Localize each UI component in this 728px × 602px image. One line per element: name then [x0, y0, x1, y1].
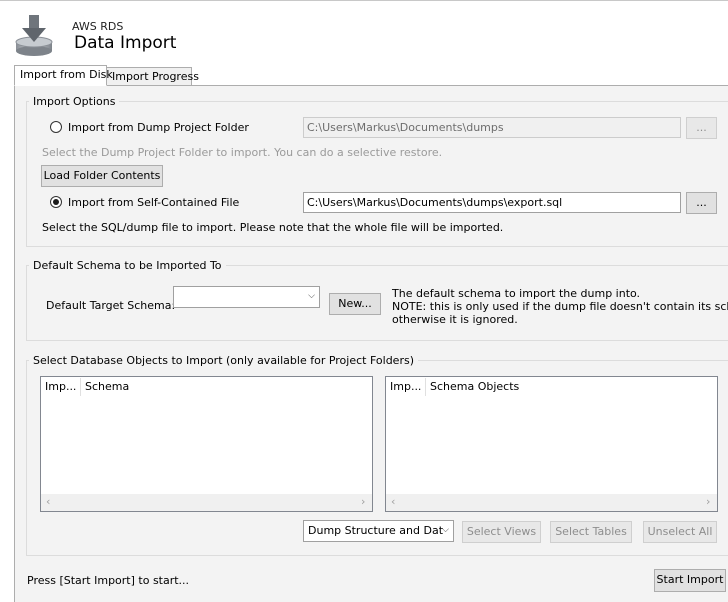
page-title: Data Import [74, 33, 177, 53]
dump-mode-select[interactable]: Dump Structure and Dat ⌵ [303, 520, 454, 542]
database-objects-title: Select Database Objects to Import (only … [29, 354, 418, 367]
unselect-all-button[interactable]: Unselect All [643, 521, 717, 543]
dump-folder-hint: Select the Dump Project Folder to import… [42, 146, 443, 159]
status-text: Press [Start Import] to start... [27, 574, 190, 587]
data-import-icon [14, 12, 56, 58]
scroll-left-icon[interactable]: ‹ [46, 495, 50, 508]
dump-folder-radio-label[interactable]: Import from Dump Project Folder [68, 121, 249, 134]
objects-list-schema-objects-column[interactable]: Schema Objects [430, 377, 519, 397]
select-views-button[interactable]: Select Views [462, 521, 541, 543]
default-schema-title: Default Schema to be Imported To [29, 259, 226, 272]
chevron-down-icon: ⌵ [308, 291, 315, 301]
window-top-border [0, 0, 728, 1]
default-schema-note-3: otherwise it is ignored. [392, 313, 518, 326]
scroll-right-icon[interactable]: › [706, 495, 710, 508]
select-tables-button[interactable]: Select Tables [550, 521, 632, 543]
start-import-button[interactable]: Start Import [654, 569, 726, 592]
column-separator[interactable] [425, 378, 426, 396]
default-schema-note-1: The default schema to import the dump in… [392, 287, 641, 300]
default-schema-note-2: NOTE: this is only used if the dump file… [392, 300, 728, 313]
dump-mode-value: Dump Structure and Dat [308, 524, 444, 537]
tab-import-progress[interactable]: Import Progress [106, 67, 199, 86]
scroll-left-icon[interactable]: ‹ [391, 495, 395, 508]
dump-folder-radio[interactable] [50, 121, 62, 133]
self-contained-file-path-input[interactable]: C:\Users\Markus\Documents\dumps\export.s… [303, 192, 681, 213]
dump-folder-path-input[interactable]: C:\Users\Markus\Documents\dumps [303, 117, 681, 138]
column-separator[interactable] [80, 378, 81, 396]
schema-list-horizontal-scrollbar[interactable] [41, 494, 372, 511]
chevron-down-icon: ⌵ [442, 525, 449, 535]
load-folder-contents-button[interactable]: Load Folder Contents [41, 165, 163, 187]
scroll-right-icon[interactable]: › [361, 495, 365, 508]
self-contained-file-hint: Select the SQL/dump file to import. Plea… [42, 221, 504, 234]
import-options-title: Import Options [29, 95, 120, 108]
dump-folder-browse-button[interactable]: ... [686, 117, 717, 139]
objects-list-import-column[interactable]: Imp... [390, 377, 421, 397]
self-contained-file-browse-button[interactable]: ... [686, 192, 717, 214]
schema-list-import-column[interactable]: Imp... [45, 377, 76, 397]
self-contained-file-radio[interactable] [50, 196, 62, 208]
tab-import-from-disk[interactable]: Import from Disk [14, 65, 113, 86]
connection-name: AWS RDS [72, 20, 124, 33]
schema-objects-list[interactable]: Imp... Schema Objects ‹ › [385, 376, 718, 512]
default-target-schema-label: Default Target Schema: [46, 299, 176, 312]
schema-list[interactable]: Imp... Schema ‹ › [40, 376, 373, 512]
objects-list-horizontal-scrollbar[interactable] [386, 494, 717, 511]
schema-list-schema-column[interactable]: Schema [85, 377, 129, 397]
new-schema-button[interactable]: New... [329, 293, 381, 315]
self-contained-file-radio-label[interactable]: Import from Self-Contained File [68, 196, 239, 209]
default-target-schema-select[interactable]: ⌵ [173, 286, 320, 308]
